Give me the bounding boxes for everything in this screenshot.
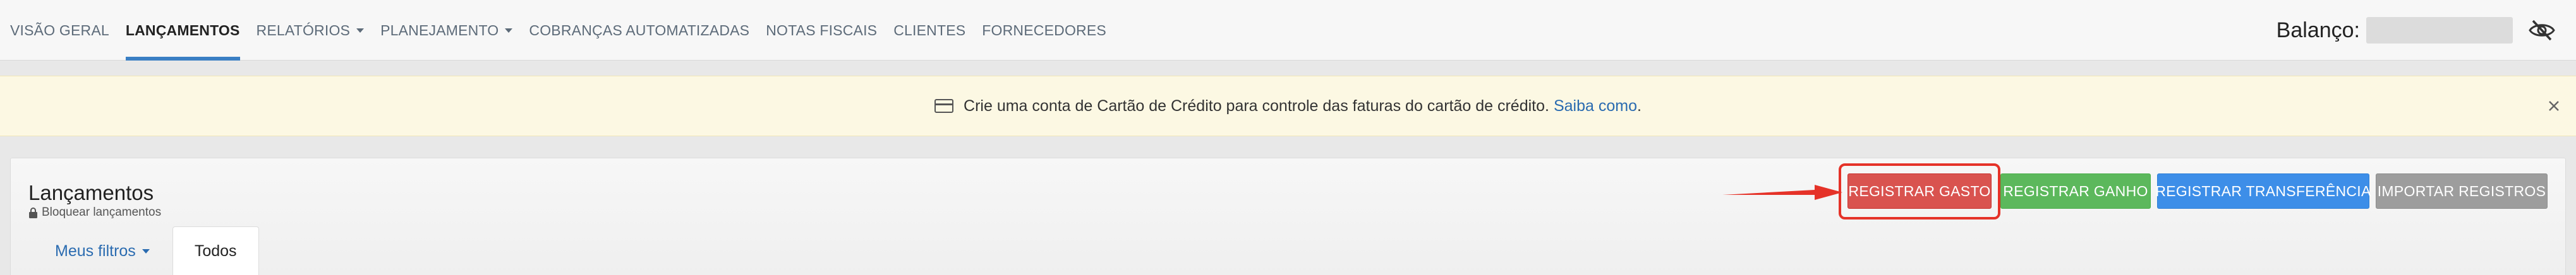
nav-item-visao-geral[interactable]: VISÃO GERAL — [10, 0, 109, 61]
nav-item-cobrancas[interactable]: COBRANÇAS AUTOMATIZADAS — [529, 0, 749, 61]
register-transfer-button[interactable]: REGISTRAR TRANSFERÊNCIA — [2155, 173, 2371, 209]
tab-my-filters-label: Meus filtros — [55, 242, 136, 260]
caret-down-icon — [142, 249, 150, 254]
lock-entries-label: Bloquear lançamentos — [42, 206, 162, 219]
tab-my-filters[interactable]: Meus filtros — [28, 226, 172, 275]
nav-item-label: PLANEJAMENTO — [380, 21, 499, 38]
nav-item-label: CLIENTES — [893, 21, 966, 38]
nav-item-fornecedores[interactable]: FORNECEDORES — [982, 0, 1106, 61]
tab-all[interactable]: Todos — [172, 226, 259, 275]
page-title: Lançamentos — [28, 181, 154, 204]
nav-item-label: LANÇAMENTOS — [125, 21, 240, 38]
nav-item-clientes[interactable]: CLIENTES — [893, 0, 965, 61]
notice-period: . — [1636, 97, 1642, 115]
balance-label: Balanço: — [2276, 18, 2360, 42]
credit-card-icon — [934, 99, 954, 113]
nav-item-label: NOTAS FISCAIS — [766, 21, 878, 38]
nav-menu: VISÃO GERAL LANÇAMENTOS RELATÓRIOS PLANE… — [10, 0, 1123, 61]
notice-learn-more-link[interactable]: Saiba como — [1554, 97, 1637, 115]
nav-item-planejamento[interactable]: PLANEJAMENTO — [380, 0, 513, 61]
nav-item-relatorios[interactable]: RELATÓRIOS — [257, 0, 365, 61]
balance-area: Balanço: — [2277, 0, 2576, 61]
nav-item-label: COBRANÇAS AUTOMATIZADAS — [529, 21, 750, 38]
nav-item-label: RELATÓRIOS — [256, 21, 351, 38]
register-expense-button[interactable]: REGISTRAR GASTO — [1847, 173, 1992, 209]
nav-item-label: FORNECEDORES — [982, 21, 1106, 38]
annotation-arrow-icon — [1722, 185, 1842, 200]
caret-down-icon — [505, 28, 513, 33]
lock-entries-toggle[interactable]: Bloquear lançamentos — [28, 206, 161, 219]
notice-text: Crie uma conta de Cartão de Crédito para… — [964, 97, 1549, 115]
credit-card-notice: Crie uma conta de Cartão de Crédito para… — [0, 76, 2576, 136]
eye-slash-icon[interactable] — [2525, 16, 2558, 44]
balance-value-hidden — [2366, 17, 2513, 44]
caret-down-icon — [356, 28, 365, 33]
top-navigation: VISÃO GERAL LANÇAMENTOS RELATÓRIOS PLANE… — [0, 0, 2576, 61]
close-icon[interactable] — [2546, 98, 2562, 114]
nav-item-label: VISÃO GERAL — [10, 21, 109, 38]
register-income-button[interactable]: REGISTRAR GANHO — [2000, 173, 2151, 209]
tab-all-label: Todos — [194, 242, 237, 260]
filter-tabs: Meus filtros Todos — [28, 226, 259, 275]
import-records-button[interactable]: IMPORTAR REGISTROS — [2376, 173, 2548, 209]
nav-item-lancamentos[interactable]: LANÇAMENTOS — [125, 0, 240, 61]
lock-icon — [28, 207, 38, 218]
nav-item-notas-fiscais[interactable]: NOTAS FISCAIS — [766, 0, 877, 61]
